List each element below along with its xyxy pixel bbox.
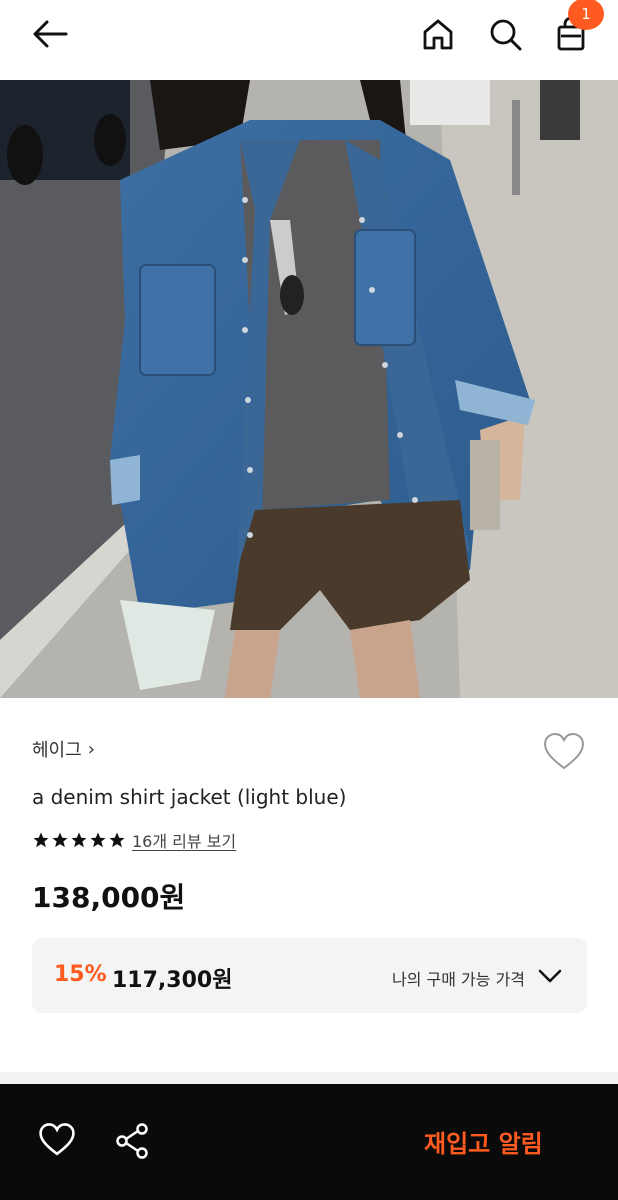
product-photo: [0, 80, 618, 698]
share-button[interactable]: [114, 1122, 152, 1164]
product-image[interactable]: [0, 80, 618, 698]
rating-stars: [32, 831, 126, 849]
star-icon: [71, 832, 87, 848]
search-button[interactable]: [485, 14, 525, 54]
product-title: a denim shirt jacket (light blue): [32, 785, 347, 809]
restock-alert-button[interactable]: 재입고 알림: [424, 1124, 543, 1159]
chevron-right-icon: ›: [87, 738, 95, 760]
star-icon: [109, 832, 125, 848]
share-icon: [116, 1123, 148, 1159]
cart-count-badge: 1: [568, 0, 604, 30]
search-icon: [490, 19, 522, 51]
bottom-action-bar: 재입고 알림: [0, 1084, 618, 1200]
star-icon: [52, 832, 68, 848]
brand-link[interactable]: 헤이그 ›: [32, 736, 95, 762]
my-price-dropdown[interactable]: 15% 117,300원 나의 구매 가능 가격: [32, 938, 587, 1013]
top-navigation-bar: 1: [0, 0, 618, 80]
my-price-label: 나의 구매 가능 가격: [392, 970, 526, 989]
home-button[interactable]: [418, 14, 458, 54]
section-divider: [0, 1072, 618, 1084]
back-button[interactable]: [30, 14, 70, 54]
discount-rate: 15%: [54, 962, 107, 987]
star-icon: [33, 832, 49, 848]
star-icon: [90, 832, 106, 848]
rating-row: 16개 리뷰 보기: [32, 828, 236, 852]
home-icon: [423, 19, 453, 50]
heart-outline-icon: [543, 732, 585, 770]
brand-name: 헤이그: [32, 740, 82, 761]
chevron-down-icon: [538, 969, 562, 983]
arrow-left-icon: [33, 20, 68, 48]
sale-price: 117,300원: [112, 968, 233, 993]
original-price: 138,000원: [32, 881, 186, 914]
heart-icon: [39, 1123, 75, 1156]
wish-button[interactable]: [38, 1122, 76, 1162]
review-link[interactable]: 16개 리뷰 보기: [132, 828, 236, 852]
wishlist-button[interactable]: [542, 732, 586, 772]
